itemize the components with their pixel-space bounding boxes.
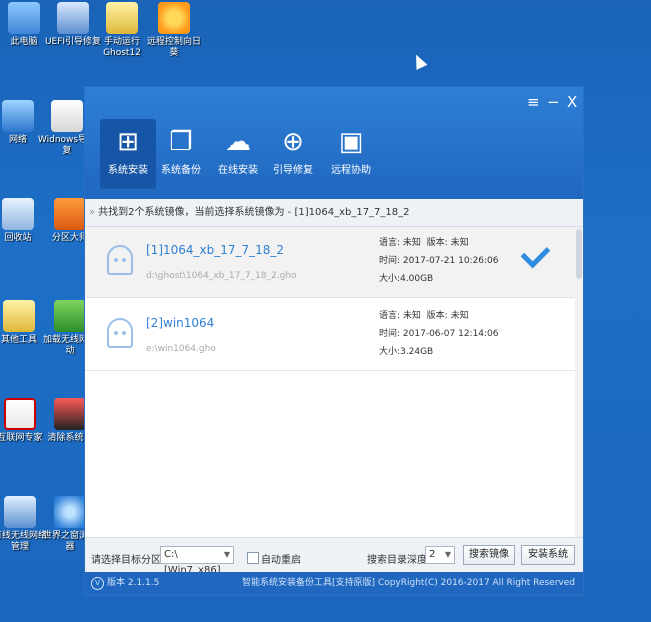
menu-icon[interactable]: ≡	[527, 93, 540, 111]
windows-icon: ⊞	[117, 127, 139, 157]
lan-icon	[4, 496, 36, 528]
target-partition-select[interactable]: C:\[Win7_x86] ▼	[160, 546, 234, 576]
version-icon: V	[91, 577, 104, 590]
auto-restart-checkbox[interactable]	[247, 552, 259, 564]
sunflower-icon	[158, 2, 190, 34]
partition-icon	[54, 198, 86, 230]
target-partition-label: 请选择目标分区:	[91, 555, 165, 566]
list-item[interactable]: [2]win1064 e:\win1064.gho 语言: 未知 版本: 未知 …	[85, 300, 575, 371]
install-system-button[interactable]: 安装系统	[521, 545, 575, 565]
list-scrollbar[interactable]	[575, 227, 583, 537]
image-path: d:\ghost\1064_xb_17_7_18_2.gho	[146, 271, 297, 281]
auto-restart-label[interactable]: 自动重启	[261, 551, 301, 566]
ghost-icon	[107, 318, 133, 348]
tool-icon	[57, 2, 89, 34]
backup-icon: ❐	[169, 127, 193, 157]
search-depth-select[interactable]: 2 ▼	[425, 546, 455, 564]
image-name: [2]win1064	[146, 316, 215, 330]
tool-system-backup[interactable]: ❐ 系统备份	[153, 119, 209, 189]
bottom-bar: 请选择目标分区: C:\[Win7_x86] ▼ 自动重启 搜索目录深度: 2 …	[85, 537, 583, 576]
app-window: ≡ − X ⊞ 系统安装 ❐ 系统备份 ☁ 在线安装 ⊕ 引导修复 ▣ 远程协助…	[84, 86, 584, 596]
mouse-cursor	[410, 52, 428, 70]
minimize-button[interactable]: −	[547, 93, 560, 111]
remote-icon: ▣	[338, 127, 364, 157]
pdf-icon	[4, 398, 36, 430]
breadcrumb: » 共找到2个系统镜像，当前选择系统镜像为 - [1]1064_xb_17_7_1…	[85, 199, 583, 227]
list-item[interactable]: [1]1064_xb_17_7_18_2 d:\ghost\1064_xb_17…	[85, 227, 575, 298]
tool-boot-repair[interactable]: ⊕ 引导修复	[265, 119, 321, 189]
computer-icon	[8, 2, 40, 34]
desktop-icon-sunflower[interactable]: 远程控制向日葵	[144, 2, 204, 59]
network-icon	[2, 100, 34, 132]
cloud-download-icon: ☁	[225, 127, 251, 157]
image-path: e:\win1064.gho	[146, 344, 216, 354]
recycle-bin-icon	[2, 198, 34, 230]
chevron-down-icon: ▼	[223, 550, 230, 559]
search-depth-label: 搜索目录深度:	[367, 555, 431, 566]
wifi-icon	[54, 300, 86, 332]
selected-check-icon	[520, 238, 551, 269]
image-list: [1]1064_xb_17_7_18_2 d:\ghost\1064_xb_17…	[85, 227, 575, 537]
image-meta: 语言: 未知 版本: 未知	[379, 238, 469, 248]
ghost-icon	[106, 2, 138, 34]
tool-remote-assist[interactable]: ▣ 远程协助	[323, 119, 379, 189]
browser-icon	[54, 496, 86, 528]
ghost-icon	[107, 245, 133, 275]
status-footer: V 版本 2.1.1.5 智能系统安装备份工具[支持原版] CopyRight(…	[85, 572, 583, 595]
toolbox-icon: ⊕	[282, 127, 304, 157]
image-name: [1]1064_xb_17_7_18_2	[146, 243, 285, 257]
chevron-down-icon: ▼	[444, 550, 451, 559]
search-images-button[interactable]: 搜索镜像	[463, 545, 515, 565]
image-meta: 语言: 未知 版本: 未知	[379, 311, 469, 321]
close-button[interactable]: X	[567, 93, 577, 111]
folder-icon	[3, 300, 35, 332]
copyright-text: 智能系统安装备份工具[支持原版] CopyRight(C) 2016-2017 …	[242, 578, 575, 588]
clear-icon	[54, 398, 86, 430]
scrollbar-thumb[interactable]	[576, 229, 582, 279]
tool-online-install[interactable]: ☁ 在线安装	[210, 119, 266, 189]
windows-repair-icon	[51, 100, 83, 132]
tool-system-install[interactable]: ⊞ 系统安装	[100, 119, 156, 189]
app-header: ≡ − X ⊞ 系统安装 ❐ 系统备份 ☁ 在线安装 ⊕ 引导修复 ▣ 远程协助	[85, 87, 583, 199]
desktop-icon-ghost[interactable]: 手动运行Ghost12	[92, 2, 152, 59]
version-text: 版本 2.1.1.5	[107, 578, 160, 588]
double-chevron-icon: »	[89, 207, 96, 218]
